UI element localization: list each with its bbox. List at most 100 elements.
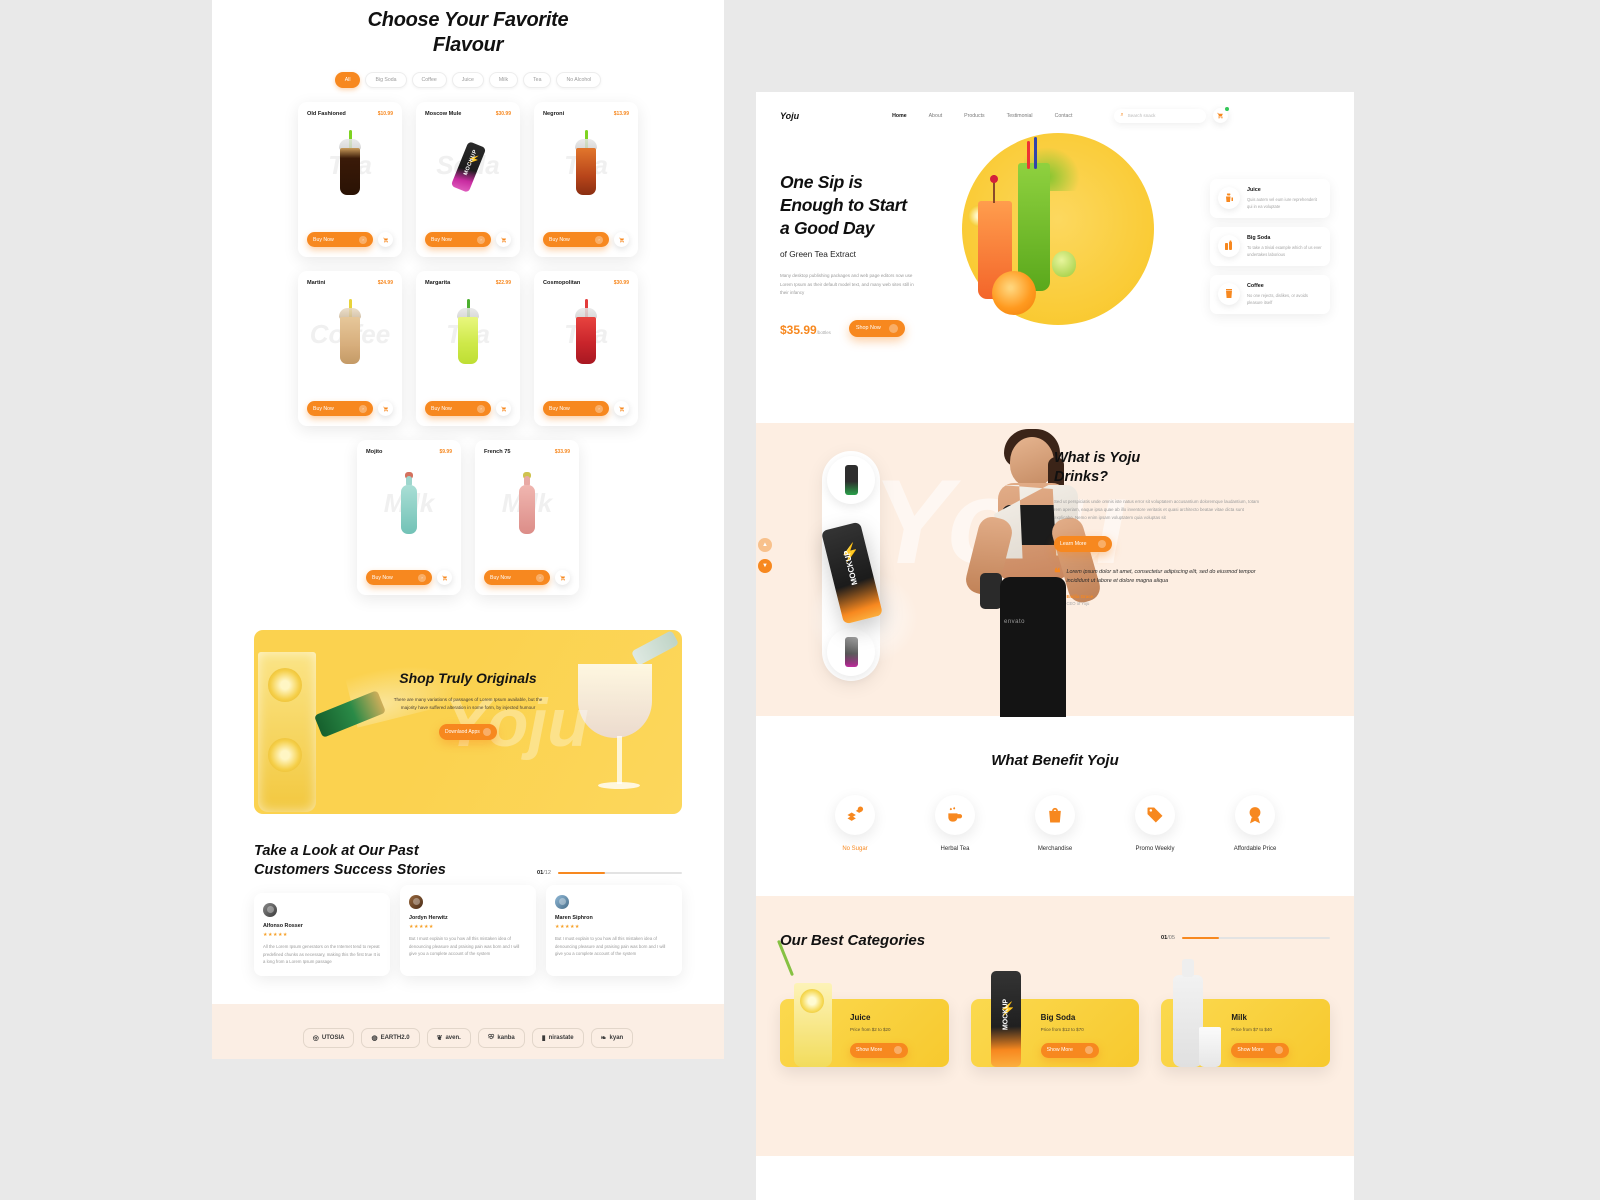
buy-now-button[interactable]: Buy Now › [366,570,432,585]
cart-button[interactable] [1213,107,1230,123]
buy-now-label: Buy Now [431,405,452,412]
partner-logo[interactable]: ❧ kyan [590,1027,634,1048]
benefit-label: Herbal Tea [940,845,970,852]
buy-now-button[interactable]: Buy Now › [307,401,373,416]
add-to-cart-button[interactable] [614,401,629,416]
counter-total: /12 [543,870,551,876]
product-card[interactable]: Negroni $13.99 Tea Buy Now› [534,102,638,257]
nav-item-about[interactable]: About [929,113,943,119]
testimonials-progress-bar[interactable] [558,871,682,875]
hero-heading-line-3: a Good Day [780,218,875,238]
partner-label: kyan [609,1034,624,1041]
what-is-heading-line-1: What is Yoju [1054,449,1141,466]
benefit-item-no-sugar[interactable]: No Sugar [824,794,886,852]
avatar [555,895,569,909]
testimonials-heading: Take a Look at Our Past Customers Succes… [254,842,446,880]
benefit-item-promo-weekly[interactable]: Promo Weekly [1124,794,1186,852]
pouring-bottle-image [630,630,680,666]
add-to-cart-button[interactable] [555,570,570,585]
partner-logo[interactable]: ◎ UTOSIA [302,1027,355,1048]
category-card-juice[interactable]: Juice Price from $2 to $20 Show More [776,939,949,1067]
category-card-big-soda[interactable]: ⚡ MOCKUP Big Soda Price from $12 to $70 S… [970,970,1140,1067]
cart-icon [500,237,506,242]
partner-logo[interactable]: ◍ EARTH2.0 [361,1027,420,1048]
shop-now-button[interactable]: Shop Now [848,319,905,337]
add-to-cart-button[interactable] [378,232,393,247]
thumbnail-green-can[interactable] [827,455,875,504]
product-card[interactable]: Margarita $22.99 Tea Buy Now› [416,271,520,426]
product-card[interactable]: French 75 $33.99 Milk Buy Now› [475,440,579,595]
buy-now-button[interactable]: Buy Now › [425,401,491,416]
add-to-cart-button[interactable] [614,232,629,247]
search-input[interactable]: ⌕ Search snack [1114,108,1207,123]
buy-now-button[interactable]: Buy Now › [307,232,373,247]
filter-pill-juice[interactable]: Juice [451,72,484,88]
filter-pill-big-soda[interactable]: Big Soda [365,72,407,88]
arrow-right-icon [1098,539,1106,548]
show-more-button[interactable]: Show More [850,1042,908,1058]
filter-pill-coffee[interactable]: Coffee [411,72,447,88]
filter-pill-tea[interactable]: Tea [523,72,552,88]
feature-card-coffee[interactable]: Coffee No one rejects, dislikes, or avoi… [1210,275,1330,314]
buy-now-label: Buy Now [313,236,334,243]
arrow-right-icon [894,1046,902,1054]
testimonial-card[interactable]: Maren Siphron ★★★★★ But I must explain t… [546,885,682,976]
cart-icon [618,237,624,242]
buy-now-label: Buy Now [372,574,393,581]
big-soda-icon [1218,235,1240,257]
buy-now-button[interactable]: Buy Now › [543,401,609,416]
product-card[interactable]: Mojito $9.99 Milk Buy Now› [357,440,461,595]
benefits-list: No Sugar Herbal Tea Merchandise Promo We… [780,794,1330,852]
show-more-button[interactable]: Show More [1231,1042,1290,1058]
add-to-cart-button[interactable] [496,401,511,416]
add-to-cart-button[interactable] [496,232,511,247]
product-card[interactable]: Old Fashioned $10.99 Tea Buy Now› [298,102,402,257]
carousel-next-button[interactable]: ▼ [758,558,772,573]
download-apps-button[interactable]: Downlaod Apps [439,724,497,740]
testimonial-card[interactable]: Alfonso Rosser ★★★★★ All the Lorem Ipsum… [254,893,390,976]
partner-logo[interactable]: ꕣ kanba [477,1027,525,1048]
nav-item-contact[interactable]: Contact [1055,113,1073,119]
category-card-milk[interactable]: Milk Price from $7 to $40 Show More [1161,958,1331,1067]
benefit-item-affordable-price[interactable]: Affordable Price [1224,794,1286,852]
arrow-right-icon: › [359,235,367,244]
flavour-filter-row: All Big Soda Coffee Juice Milk Tea No Al… [212,72,724,88]
benefit-item-merchandise[interactable]: Merchandise [1024,794,1086,852]
nav-item-home[interactable]: Home [892,113,906,119]
carousel-prev-button[interactable]: ▲ [758,537,772,552]
rating-stars: ★★★★★ [263,932,288,938]
site-logo[interactable]: Yoju [780,111,799,121]
tea-cup-icon [935,794,975,835]
buy-now-button[interactable]: Buy Now › [425,232,491,247]
testimonial-card[interactable]: Jordyn Herwitz ★★★★★ But I must explain … [400,885,536,976]
partner-logo[interactable]: ❦ aven. [426,1027,471,1048]
nav-item-products[interactable]: Products [964,113,984,119]
product-image [425,286,511,386]
product-card[interactable]: Cosmopolitan $30.99 Tea Buy Now› [534,271,638,426]
feature-card-big-soda[interactable]: Big Soda To take a trivial example which… [1210,227,1330,266]
filter-pill-no-alcohol[interactable]: No Alcohol [556,72,602,88]
learn-more-button[interactable]: Learn More [1054,535,1112,552]
category-price-range: Price from $12 to $70 [1040,1026,1084,1032]
arrow-right-icon: › [359,404,367,413]
counter-text: 01/05 [1161,935,1175,941]
hero-heading: One Sip is Enough to Start a Good Day [780,171,958,240]
product-card[interactable]: Martini $24.99 Coffee Buy Now› [298,271,402,426]
feature-card-juice[interactable]: Juice Quis autem vel eum iure reprehende… [1210,179,1330,218]
add-to-cart-button[interactable] [437,570,452,585]
buy-now-button[interactable]: Buy Now › [484,570,550,585]
filter-pill-all[interactable]: All [334,72,361,88]
nav-item-testimonial[interactable]: Testimonial [1007,113,1033,119]
category-list: Juice Price from $2 to $20 Show More ⚡ MO… [776,939,1331,1067]
categories-progress-bar[interactable] [1182,936,1330,940]
add-to-cart-button[interactable] [378,401,393,416]
filter-pill-milk[interactable]: Milk [488,72,519,88]
show-more-button[interactable]: Show More [1040,1042,1099,1058]
buy-now-button[interactable]: Buy Now › [543,232,609,247]
categories-section: Our Best Categories 01/05 Juice Price fr… [756,895,1354,1156]
product-card[interactable]: Moscow Mule $30.99 Soda ⚡MOCKUP Buy Now› [416,102,520,257]
benefit-item-herbal-tea[interactable]: Herbal Tea [924,794,986,852]
hero-price: $35.99/bottles [780,323,831,337]
partner-logo[interactable]: ▮ nirastate [531,1027,584,1048]
footer: ◎ UTOSIA ◍ EARTH2.0 ❦ aven. ꕣ kanba ▮ nirasta… [212,1003,724,1059]
